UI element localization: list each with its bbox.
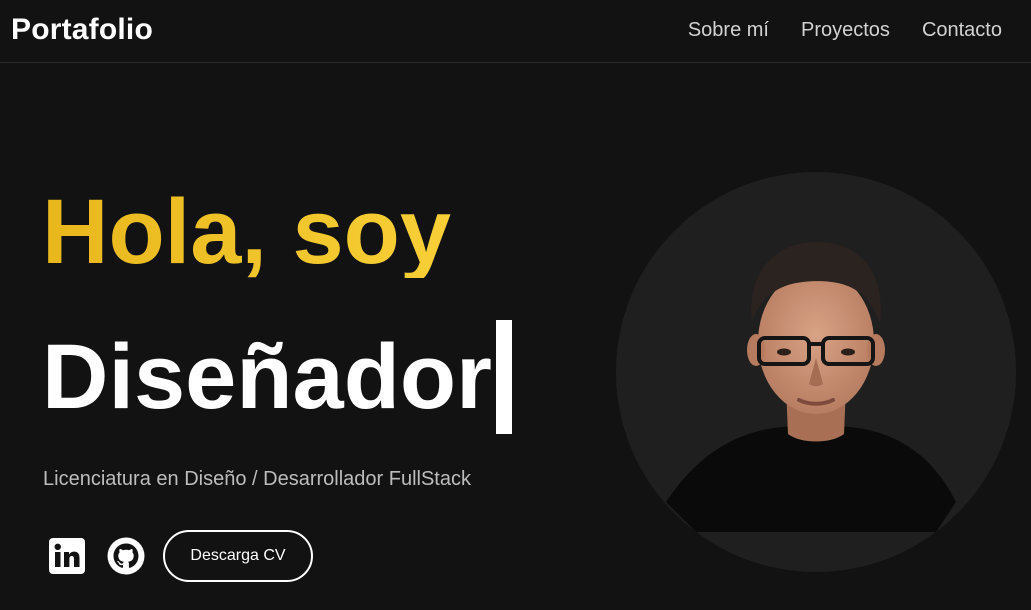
nav-link-proyectos[interactable]: Proyectos bbox=[801, 19, 890, 42]
top-navbar: Portafolio Sobre mí Proyectos Contacto bbox=[0, 0, 1031, 63]
nav-link-sobre-mi[interactable]: Sobre mí bbox=[688, 19, 769, 42]
github-icon[interactable] bbox=[107, 537, 145, 575]
hero-typed-role: Diseñador bbox=[42, 320, 512, 434]
typing-caret bbox=[495, 320, 512, 434]
linkedin-icon[interactable] bbox=[48, 537, 86, 575]
main-nav: Sobre mí Proyectos Contacto bbox=[688, 19, 1002, 42]
download-cv-button[interactable]: Descarga CV bbox=[163, 530, 313, 582]
hero-greeting: Hola, soy bbox=[42, 181, 452, 283]
typed-role-text: Diseñador bbox=[42, 326, 492, 428]
brand-logo-text[interactable]: Portafolio bbox=[11, 13, 153, 47]
hero-subtitle: Licenciatura en Diseño / Desarrollador F… bbox=[43, 468, 471, 490]
avatar bbox=[616, 172, 1016, 572]
nav-link-contacto[interactable]: Contacto bbox=[922, 19, 1002, 42]
